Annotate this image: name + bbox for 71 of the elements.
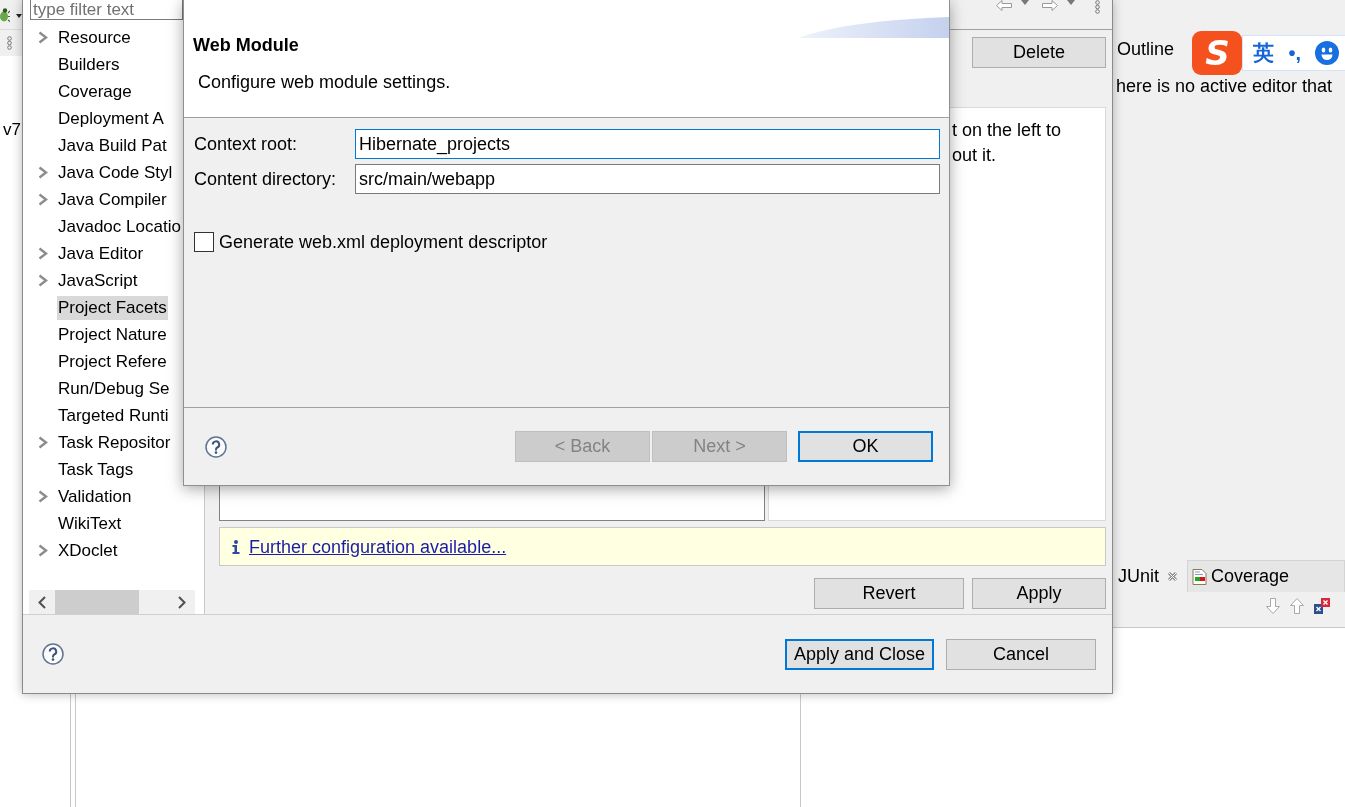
tree-item[interactable]: Project Facets (57, 295, 168, 320)
help-icon[interactable] (42, 643, 64, 665)
chevron-right-icon[interactable] (38, 490, 48, 503)
page-description: Configure web module settings. (198, 71, 451, 93)
checkbox-label[interactable]: Generate web.xml deployment descriptor (219, 231, 548, 253)
view-message: here is no active editor that (1116, 75, 1333, 97)
tree-item[interactable]: WikiText (57, 511, 123, 536)
more-icon[interactable] (1095, 0, 1100, 14)
tree-item[interactable]: Coverage (57, 79, 133, 104)
view-tab[interactable]: Outline (1117, 38, 1175, 60)
bug-icon[interactable] (0, 7, 10, 22)
chevron-right-icon[interactable] (38, 31, 48, 44)
chevron-right-icon[interactable] (38, 544, 48, 557)
view-tab[interactable]: Coverage (1187, 560, 1345, 592)
chevron-right-icon[interactable] (38, 166, 48, 179)
tree-item[interactable]: Task Tags (57, 457, 135, 482)
field-label: Content directory: (194, 168, 337, 190)
tree-item[interactable]: Project Refere (57, 349, 168, 374)
description-text: out it. (952, 144, 997, 167)
tree-item[interactable]: Validation (57, 484, 133, 509)
chevron-right-icon[interactable] (178, 595, 186, 609)
tree-item[interactable]: XDoclet (57, 538, 119, 563)
chevron-right-icon[interactable] (38, 274, 48, 287)
help-icon[interactable] (205, 436, 227, 458)
tree-item[interactable]: Targeted Runti (57, 403, 170, 428)
field-label: Context root: (194, 133, 298, 155)
dialog-button[interactable]: Apply and Close (785, 638, 934, 670)
chevron-right-icon[interactable] (38, 436, 48, 449)
up-arrow-icon[interactable] (1290, 598, 1304, 614)
action-button[interactable]: Revert (814, 578, 964, 609)
tree-item[interactable]: JavaScript (57, 268, 139, 293)
chevron-left-icon[interactable] (38, 595, 46, 609)
tree-item[interactable]: Java Build Pat (57, 133, 168, 158)
forward-arrow-icon[interactable] (1042, 0, 1058, 11)
tree-item[interactable]: Java Editor (57, 241, 145, 266)
checkbox[interactable] (194, 232, 214, 252)
tree-item[interactable]: Resource (57, 25, 132, 50)
text-field[interactable]: Hibernate_projects (355, 129, 940, 159)
text-field[interactable]: src/main/webapp (355, 164, 940, 194)
page-title: Web Module (193, 34, 299, 56)
caret-icon[interactable] (16, 13, 22, 18)
report-icon (1192, 568, 1207, 585)
horizontal-scrollbar[interactable] (29, 590, 195, 614)
chevron-right-icon[interactable] (38, 193, 48, 206)
tree-item[interactable]: Task Repositor (57, 430, 172, 455)
punctuation-toggle[interactable]: •, (1288, 41, 1301, 65)
crossed-squares-icon[interactable] (1314, 598, 1330, 614)
filter-field[interactable]: type filter text (30, 0, 183, 20)
info-icon (232, 539, 240, 554)
tree-item[interactable]: Builders (57, 52, 121, 77)
more-icon[interactable] (7, 36, 12, 50)
down-arrow-icon[interactable] (1266, 598, 1280, 614)
description-text: t on the left to (952, 119, 1062, 142)
back-arrow-icon[interactable] (996, 0, 1012, 11)
tree-item[interactable]: Project Nature (57, 322, 168, 347)
tree-item[interactable]: Run/Debug Se (57, 376, 171, 401)
action-button[interactable]: Apply (972, 578, 1106, 609)
chevron-right-icon[interactable] (38, 247, 48, 260)
close-icon[interactable] (1167, 570, 1178, 582)
tree-item[interactable]: Deployment A (57, 106, 165, 131)
wizard-button[interactable]: OK (798, 431, 933, 462)
delete-button[interactable]: Delete (972, 37, 1106, 68)
tree-item[interactable]: Javadoc Locatio (57, 214, 182, 239)
configuration-link[interactable]: Further configuration available... (249, 535, 507, 558)
scrollbar-thumb[interactable] (55, 590, 139, 614)
smiley-icon[interactable] (1315, 41, 1339, 65)
tree-item[interactable]: Java Compiler (57, 187, 168, 212)
input-mode-toggle[interactable]: 英 (1253, 41, 1275, 65)
panel-text: v7 (3, 119, 21, 141)
tree-item[interactable]: Java Code Styl (57, 160, 174, 185)
dialog-button[interactable]: Cancel (946, 638, 1096, 670)
